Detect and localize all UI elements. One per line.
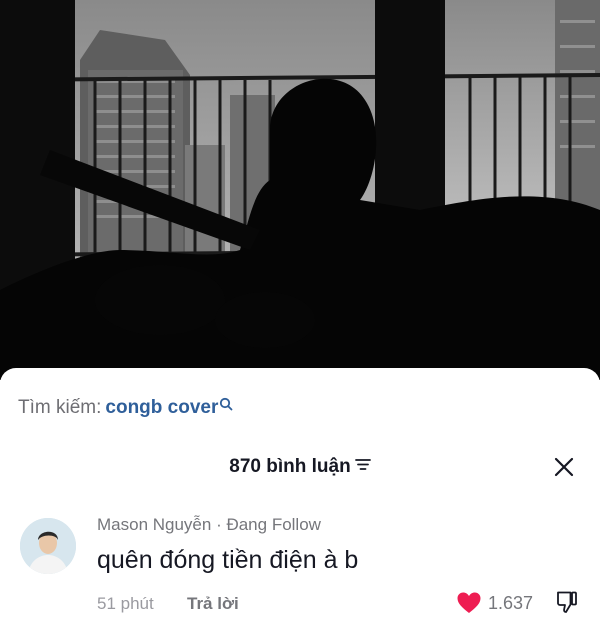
comments-header: 870 bình luận (0, 454, 600, 480)
video-frame-image (0, 0, 600, 380)
comment-author[interactable]: Mason Nguyễn · Đang Follow (97, 514, 321, 536)
search-term-link[interactable]: congb cover (105, 397, 218, 418)
like-count: 1.637 (488, 593, 534, 613)
reply-button[interactable]: Trả lời (187, 593, 239, 615)
comment-count-title: 870 bình luận (229, 456, 351, 477)
search-suggestion[interactable]: Tìm kiếm: congb cover (18, 396, 233, 420)
avatar-image (20, 518, 76, 574)
comment-text: quên đóng tiền điện à b (97, 546, 359, 574)
video-thumbnail[interactable] (0, 0, 600, 380)
thumbs-down-icon (557, 591, 577, 613)
avatar[interactable] (20, 518, 76, 574)
search-prefix-label: Tìm kiếm: (18, 397, 102, 418)
comment-timestamp: 51 phút (97, 594, 154, 613)
heart-icon (457, 592, 481, 613)
close-icon (554, 457, 574, 477)
close-button[interactable] (550, 453, 578, 481)
dislike-button[interactable] (553, 587, 581, 617)
sort-icon[interactable] (354, 457, 371, 476)
search-icon (219, 394, 233, 418)
like-button[interactable]: 1.637 (456, 589, 533, 617)
comments-sheet: Tìm kiếm: congb cover 870 bình luận Maso… (0, 368, 600, 631)
